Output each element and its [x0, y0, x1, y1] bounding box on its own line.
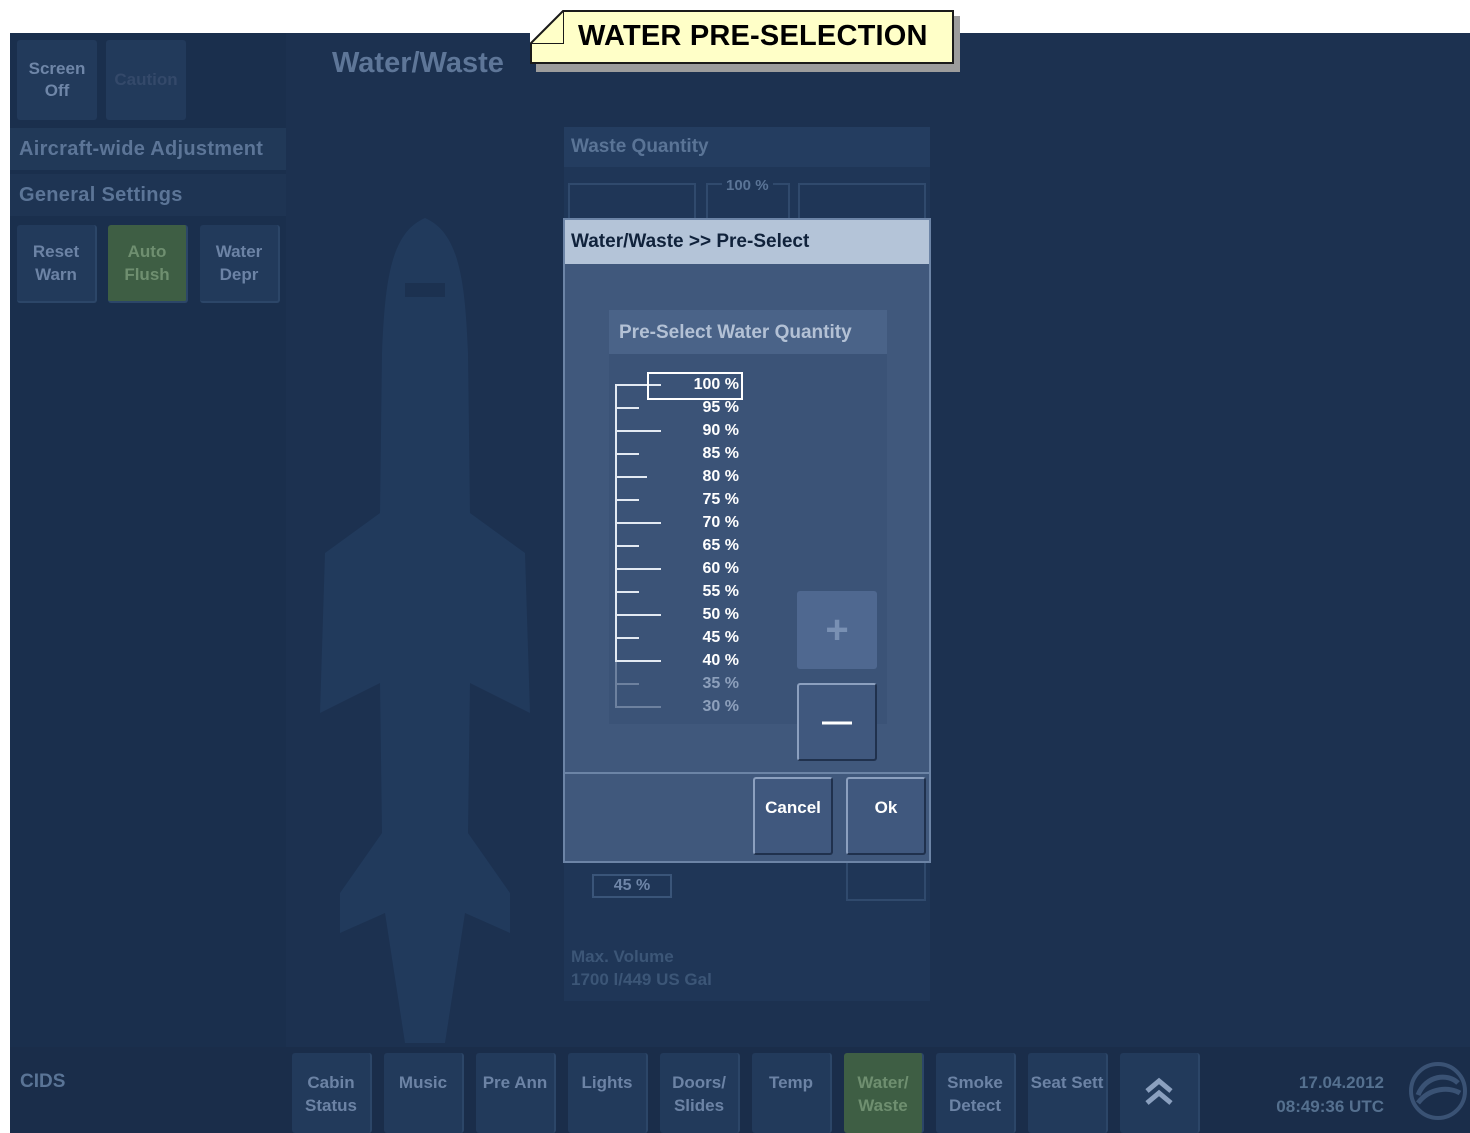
level-35: 35 %: [702, 675, 739, 692]
dialog-footer-divider: [565, 772, 929, 774]
banner-title: WATER PRE-SELECTION: [578, 20, 928, 52]
level-45[interactable]: 45 %: [649, 629, 739, 647]
nav-music[interactable]: Music: [384, 1053, 464, 1133]
pre-select-dialog: Water/Waste >> Pre-Select Pre-Select Wat…: [563, 218, 931, 863]
scale-axis-dim: [615, 662, 617, 708]
system-label: CIDS: [20, 1071, 66, 1092]
scale-tick: [615, 407, 639, 409]
level-30: 30 %: [702, 698, 739, 715]
dialog-title: Water/Waste >> Pre-Select: [565, 220, 929, 264]
level-75[interactable]: 75 %: [649, 491, 739, 509]
waste-quantity-header: Waste Quantity: [564, 127, 930, 167]
bottom-navigation-bar: CIDS Cabin Status Music Pre Ann Lights D…: [10, 1047, 1470, 1133]
increase-button[interactable]: +: [797, 591, 877, 669]
scale-tick: [615, 545, 639, 547]
nav-seat-sett[interactable]: Seat Sett: [1028, 1053, 1108, 1133]
max-volume-value: 1700 l/449 US Gal: [571, 970, 712, 989]
time-text: 08:49:36 UTC: [1276, 1097, 1384, 1116]
aircraft-wide-adjustment-header[interactable]: Aircraft-wide Adjustment: [10, 128, 286, 170]
level-80[interactable]: 80 %: [649, 468, 739, 486]
scale-tick: [615, 453, 639, 455]
nav-lights[interactable]: Lights: [568, 1053, 648, 1133]
pre-select-water-quantity-panel: Pre-Select Water Quantity 100 % 95 % 90 …: [609, 310, 887, 761]
max-volume-label: Max. Volume: [571, 947, 674, 966]
scale-tick: [615, 591, 639, 593]
nav-smoke-detect[interactable]: Smoke Detect: [936, 1053, 1016, 1133]
nav-water-waste[interactable]: Water/ Waste: [844, 1053, 924, 1133]
level-90[interactable]: 90 %: [649, 422, 739, 440]
scale-tick: [615, 476, 647, 478]
section-banner: WATER PRE-SELECTION: [530, 10, 954, 64]
cids-screen: Screen Off Caution Aircraft-wide Adjustm…: [10, 33, 1470, 1133]
max-volume-text: Max. Volume 1700 l/449 US Gal: [571, 945, 712, 991]
nav-temp[interactable]: Temp: [752, 1053, 832, 1133]
caution-button[interactable]: Caution: [106, 40, 186, 120]
level-60[interactable]: 60 %: [649, 560, 739, 578]
scale-tick: [615, 637, 639, 639]
date-time: 17.04.2012 08:49:36 UTC: [1250, 1071, 1384, 1119]
decrease-button[interactable]: —: [797, 683, 877, 761]
reset-warn-button[interactable]: Reset Warn: [17, 225, 97, 303]
level-55[interactable]: 55 %: [649, 583, 739, 601]
page-title: Water/Waste: [332, 47, 504, 79]
scale-tick: [615, 499, 639, 501]
screen-off-button[interactable]: Screen Off: [17, 40, 97, 120]
ok-button[interactable]: Ok: [846, 777, 926, 855]
auto-flush-button[interactable]: Auto Flush: [108, 225, 188, 303]
aircraft-silhouette-icon: [320, 218, 530, 1043]
scale-tick: [615, 683, 639, 685]
nav-cabin-status[interactable]: Cabin Status: [292, 1053, 372, 1133]
date-text: 17.04.2012: [1298, 1073, 1384, 1092]
level-40[interactable]: 40 %: [649, 652, 739, 670]
expand-menu-button[interactable]: [1120, 1053, 1200, 1133]
level-85[interactable]: 85 %: [649, 445, 739, 463]
cancel-button[interactable]: Cancel: [753, 777, 833, 855]
level-70[interactable]: 70 %: [649, 514, 739, 532]
general-settings-header: General Settings: [10, 174, 286, 216]
nav-pre-ann[interactable]: Pre Ann: [476, 1053, 556, 1133]
folded-corner-icon: [530, 10, 564, 44]
level-65[interactable]: 65 %: [649, 537, 739, 555]
nav-doors-slides[interactable]: Doors/ Slides: [660, 1053, 740, 1133]
pre-select-header: Pre-Select Water Quantity: [609, 310, 887, 354]
waste-scale-top-label: 100 %: [722, 177, 773, 194]
left-panel: Screen Off Caution Aircraft-wide Adjustm…: [10, 33, 286, 1047]
plus-icon: +: [825, 607, 849, 652]
level-95[interactable]: 95 %: [649, 399, 739, 417]
water-depr-button[interactable]: Water Depr: [200, 225, 280, 303]
logo-icon: [1409, 1062, 1467, 1120]
double-chevron-up-icon: [1145, 1077, 1173, 1105]
level-100[interactable]: 100 %: [649, 376, 739, 394]
level-50[interactable]: 50 %: [649, 606, 739, 624]
waste-gauge-box: [846, 861, 926, 901]
water-quantity-value: 45 %: [592, 874, 672, 898]
minus-icon: —: [822, 705, 852, 738]
